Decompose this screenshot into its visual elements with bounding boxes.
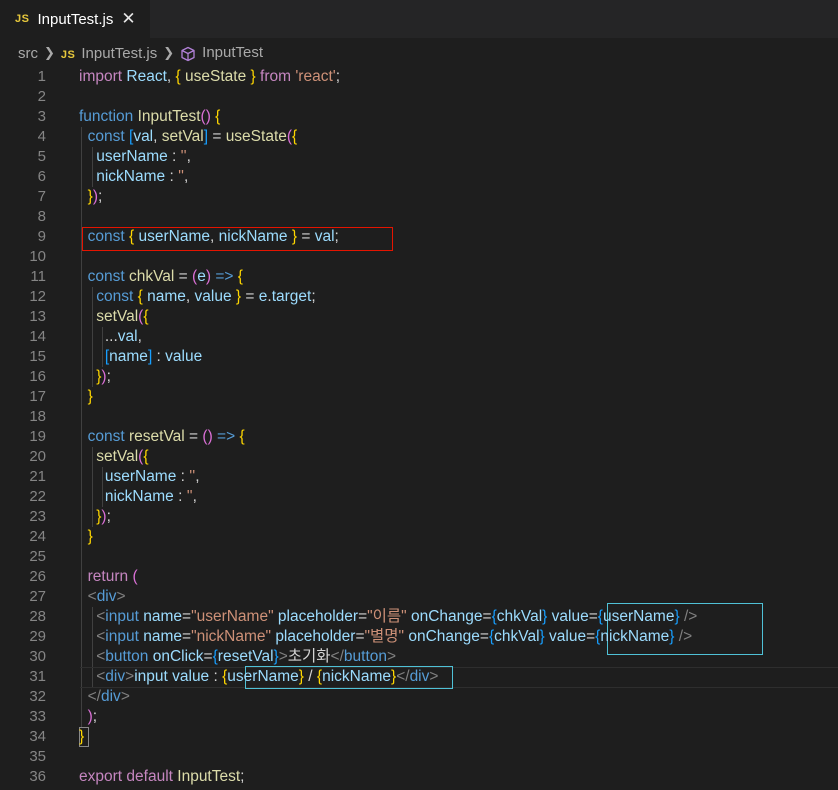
editor-tab-bar: JS InputTest.js ✕	[0, 0, 838, 38]
javascript-file-icon: JS	[60, 48, 76, 61]
code-line-text: }	[79, 728, 85, 745]
code-line: 29 <input name="nickName" placeholder="별…	[29, 628, 693, 645]
code-line-text: <input name="userName" placeholder="이름" …	[96, 608, 698, 625]
code-line-text: });	[87, 188, 103, 205]
code-line: 16 });	[29, 368, 111, 385]
code-line-text: );	[87, 708, 98, 725]
code-line: 26 return (	[29, 568, 138, 585]
code-line-text: userName : '',	[104, 468, 200, 485]
code-line: 34}	[29, 728, 85, 745]
code-line-text: </div>	[87, 688, 130, 705]
code-line-text: nickName : '',	[96, 168, 189, 185]
code-line: 33 );	[29, 708, 98, 725]
close-icon[interactable]: ✕	[121, 9, 135, 29]
code-line-text: <input name="nickName" placeholder="별명" …	[96, 628, 693, 645]
code-line: 32 </div>	[29, 688, 130, 705]
code-line: 10	[29, 248, 46, 265]
breadcrumb: src ❯ JS InputTest.js ❯ InputTest	[0, 40, 838, 66]
code-line: 12 const { name, value } = e.target;	[29, 288, 316, 305]
code-line-text: userName : '',	[96, 148, 191, 165]
code-line: 1 import React, { useState } from 'react'…	[37, 68, 341, 85]
code-line: 17 }	[29, 388, 93, 405]
code-line: 24 }	[29, 528, 93, 545]
code-line-text: setVal({	[96, 308, 149, 325]
code-line-text: <div>input value : {userName} / {nickNam…	[96, 668, 439, 685]
code-line-text: }	[87, 528, 93, 545]
javascript-file-icon: JS	[15, 13, 30, 25]
code-line: 8	[37, 208, 46, 225]
tab-inputtest-js[interactable]: JS InputTest.js ✕	[0, 0, 150, 38]
code-line-text: import React, { useState } from 'react';	[79, 68, 341, 85]
code-line-text: });	[96, 368, 111, 385]
tab-title: InputTest.js	[37, 10, 114, 28]
code-line-text: [name] : value	[104, 348, 203, 365]
code-line-text: <div>	[87, 588, 126, 605]
code-line: 30 <button onClick={resetVal}>초기화</butto…	[29, 648, 397, 665]
code-line: 2	[37, 88, 46, 105]
code-line: 3 function InputTest() {	[37, 108, 221, 125]
code-line: 35	[29, 748, 46, 765]
code-line: 13 setVal({	[29, 308, 149, 325]
code-line: 20 setVal({	[29, 448, 149, 465]
code-line: 5 userName : '',	[37, 148, 191, 165]
chevron-right-icon: ❯	[163, 45, 175, 60]
code-editor[interactable]: 1 import React, { useState } from 'react'…	[0, 67, 838, 790]
code-line: 11 const chkVal = (e) => {	[30, 268, 243, 285]
breadcrumb-symbol-label: InputTest	[202, 44, 264, 62]
code-line-text: <button onClick={resetVal}>초기화</button>	[96, 648, 397, 665]
code-line-text: return (	[87, 568, 138, 585]
code-line: 22 nickName : '',	[29, 488, 197, 505]
code-line: 27 <div>	[29, 588, 126, 605]
code-line-text: function InputTest() {	[79, 108, 221, 125]
code-line: 31 <div>input value : {userName} / {nick…	[29, 668, 439, 685]
code-line: 15 [name] : value	[29, 348, 203, 365]
code-line-text: });	[96, 508, 111, 525]
code-line-text: export default InputTest;	[79, 768, 245, 785]
code-line: 36 export default InputTest;	[29, 768, 245, 785]
code-line: 19 const resetVal = () => {	[29, 428, 245, 445]
chevron-right-icon: ❯	[44, 45, 55, 60]
code-line: 23 });	[29, 508, 111, 525]
code-line: 21 userName : '',	[29, 468, 200, 485]
code-line: 18	[29, 408, 46, 425]
breadcrumb-file[interactable]: JS InputTest.js	[61, 45, 157, 62]
code-line-text: const resetVal = () => {	[87, 428, 245, 445]
code-line-text: }	[87, 388, 93, 405]
code-line-text: const chkVal = (e) => {	[87, 268, 243, 285]
code-line-text: ...val,	[79, 328, 142, 345]
breadcrumb-symbol[interactable]: InputTest	[180, 44, 263, 61]
breadcrumb-file-label: InputTest.js	[81, 44, 158, 62]
symbol-cube-icon	[181, 46, 195, 61]
code-line: 7 });	[37, 188, 103, 205]
code-line-text: nickName : '',	[104, 488, 197, 505]
code-line: 28 <input name="userName" placeholder="이…	[29, 608, 698, 625]
code-line: 14 ...val,	[29, 328, 142, 345]
code-line-text: setVal({	[96, 448, 149, 465]
code-line: 25	[29, 548, 46, 565]
code-line-text: const { name, value } = e.target;	[96, 288, 316, 305]
code-line: 4 const [val, setVal] = useState({	[37, 128, 298, 145]
breadcrumb-folder[interactable]: src	[18, 45, 38, 62]
code-line-text: const [val, setVal] = useState({	[87, 128, 298, 145]
code-line: 9 const { userName, nickName } = val;	[37, 228, 339, 245]
code-line: 6 nickName : '',	[37, 168, 189, 185]
code-line-text: const { userName, nickName } = val;	[87, 228, 339, 245]
